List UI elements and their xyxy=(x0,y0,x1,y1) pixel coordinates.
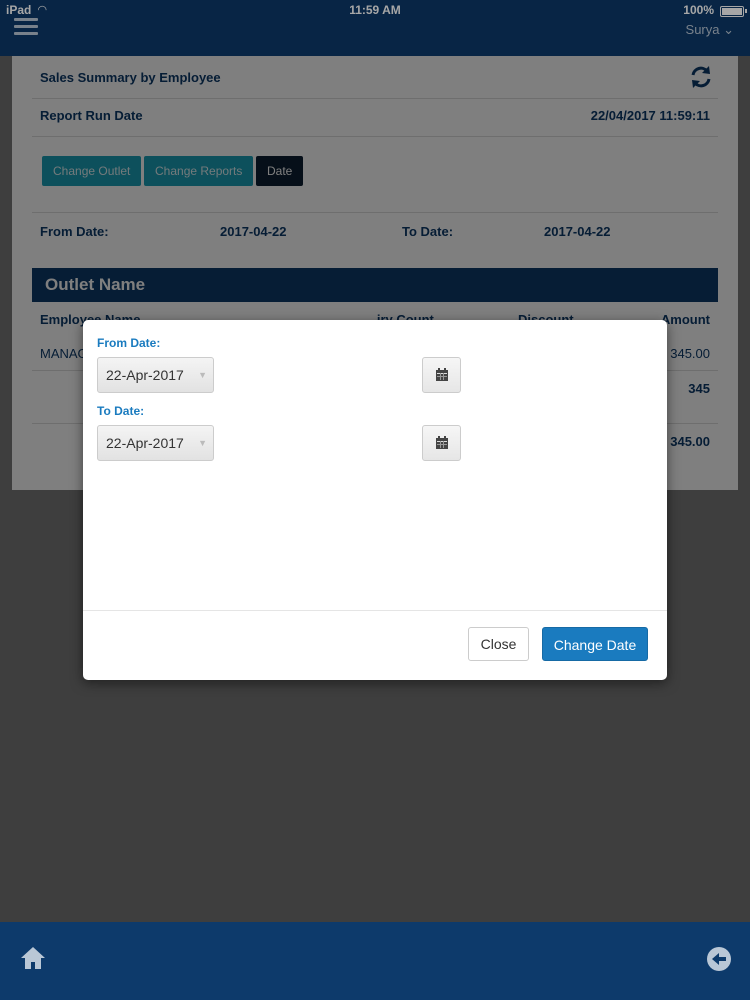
bottom-bar xyxy=(0,922,750,1000)
chevron-down-icon: ▼ xyxy=(198,370,207,380)
modal-from-date-label: From Date: xyxy=(97,336,161,350)
home-icon[interactable] xyxy=(20,946,46,970)
change-date-dialog: From Date: 22-Apr-2017 ▼ To Date: 22-Apr… xyxy=(83,320,667,680)
modal-to-date-label: To Date: xyxy=(97,404,145,418)
from-date-select[interactable]: 22-Apr-2017 ▼ xyxy=(97,357,214,393)
to-date-calendar-button[interactable] xyxy=(422,425,461,461)
change-date-button[interactable]: Change Date xyxy=(542,627,648,661)
calendar-icon xyxy=(436,368,448,381)
app-header: iPad ◠ 11:59 AM 100% Surya ⌄ xyxy=(0,0,750,56)
back-icon[interactable] xyxy=(706,946,732,972)
from-date-value: 22-Apr-2017 xyxy=(106,367,184,383)
header-dim xyxy=(0,0,750,56)
calendar-icon xyxy=(436,436,448,449)
from-date-calendar-button[interactable] xyxy=(422,357,461,393)
modal-footer-divider xyxy=(83,610,667,611)
to-date-value: 22-Apr-2017 xyxy=(106,435,184,451)
to-date-select[interactable]: 22-Apr-2017 ▼ xyxy=(97,425,214,461)
close-button[interactable]: Close xyxy=(468,627,529,661)
chevron-down-icon: ▼ xyxy=(198,438,207,448)
